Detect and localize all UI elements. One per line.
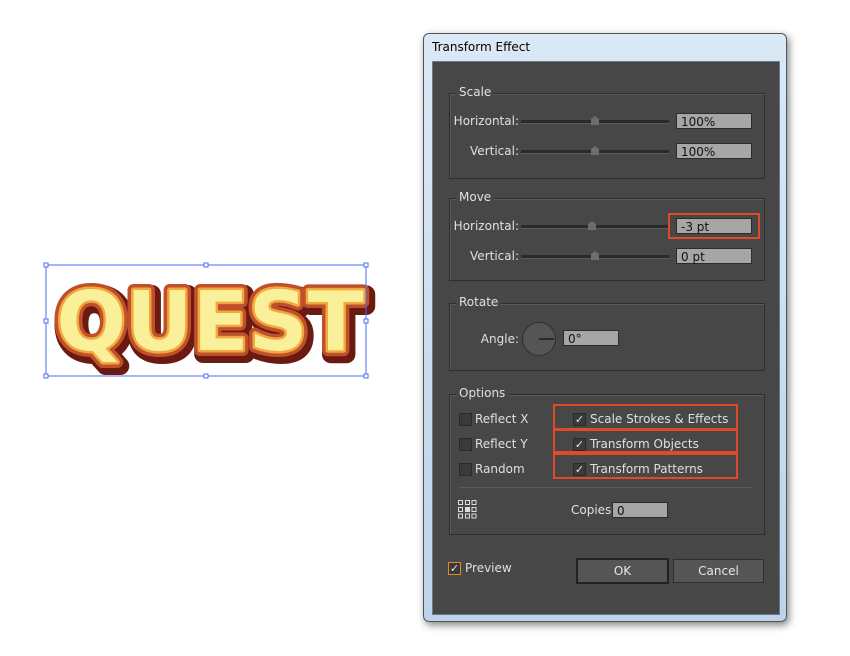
angle-input[interactable]: 0° [563,330,619,346]
angle-dial-needle-icon [539,338,554,340]
reflect-y-label: Reflect Y [475,437,528,451]
angle-label: Angle: [480,332,519,346]
move-vertical-label: Vertical: [470,249,519,263]
copies-input[interactable]: 0 [612,502,668,518]
scale-group: Scale [449,85,765,179]
highlight-transform-patterns [553,453,738,479]
reference-point-icon[interactable] [457,499,477,519]
scale-horizontal-input[interactable]: 100% [676,113,752,129]
dialog-title: Transform Effect [432,40,531,54]
highlight-scale-strokes [553,404,738,430]
preview-label: Preview [465,561,512,575]
options-divider [459,487,753,488]
reflect-y-checkbox[interactable] [459,438,472,451]
move-horizontal-label: Horizontal: [453,219,519,233]
options-label: Options [456,386,509,400]
artwork-canvas[interactable]: QUEST QUEST QUEST QUEST [30,250,390,390]
highlight-transform-objects [553,429,738,453]
reflect-x-label: Reflect X [475,412,529,426]
move-vertical-input[interactable]: 0 pt [676,248,752,264]
svg-text:QUEST: QUEST [56,275,363,370]
random-label: Random [475,462,525,476]
scale-horizontal-label: Horizontal: [453,114,519,128]
reflect-x-checkbox[interactable] [459,413,472,426]
quest-artwork: QUEST QUEST QUEST QUEST [43,262,376,383]
preview-checkbox[interactable]: ✓ [448,562,461,575]
scale-vertical-input[interactable]: 100% [676,143,752,159]
ok-button[interactable]: OK [576,558,669,584]
copies-label: Copies [571,503,612,517]
highlight-move-horizontal [668,213,760,239]
move-label: Move [456,190,495,204]
angle-dial[interactable] [522,322,556,356]
dialog-body: Scale Horizontal: 100% Vertical: 100% Mo… [432,61,780,615]
move-group: Move [449,190,765,281]
cancel-button[interactable]: Cancel [673,559,764,583]
scale-vertical-label: Vertical: [470,144,519,158]
scale-label: Scale [456,85,495,99]
transform-effect-dialog: Transform Effect Scale Horizontal: 100% … [423,33,787,622]
random-checkbox[interactable] [459,463,472,476]
rotate-label: Rotate [456,295,502,309]
